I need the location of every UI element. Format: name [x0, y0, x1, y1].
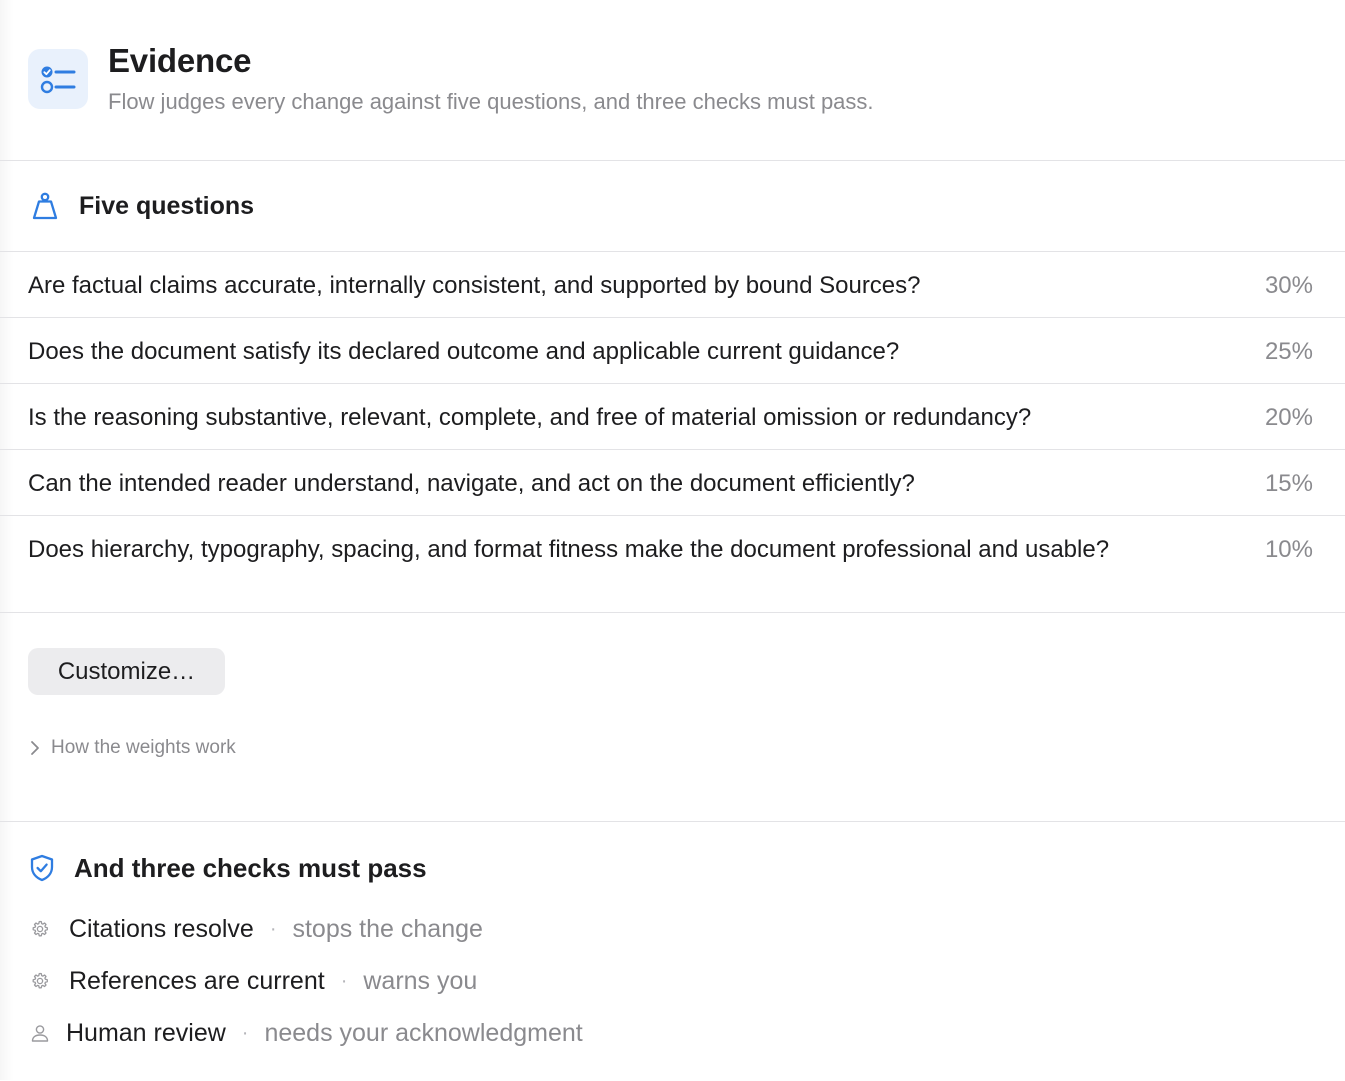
question-list: Are factual claims accurate, internally … — [0, 252, 1345, 613]
check-name: Human review — [66, 1018, 226, 1047]
check-item-references: References are current · warns you — [28, 965, 477, 997]
gear-icon — [32, 972, 48, 989]
check-item-human-review: Human review · needs your acknowledgment — [28, 1017, 583, 1049]
question-text: Can the intended reader understand, navi… — [28, 470, 915, 497]
page-header: Evidence Flow judges every change agains… — [0, 0, 1345, 161]
question-weight: 25% — [1264, 338, 1313, 365]
question-weight: 20% — [1264, 404, 1313, 431]
five-questions-header: Five questions — [0, 161, 1345, 252]
question-text: Is the reasoning substantive, relevant, … — [28, 404, 1032, 431]
checklist-icon — [28, 49, 88, 109]
question-weight: 10% — [1264, 536, 1313, 563]
gear-icon — [32, 920, 48, 937]
section-title: Five questions — [79, 192, 255, 220]
separator-dot: · — [340, 969, 348, 992]
check-effect: needs your acknowledgment — [264, 1018, 583, 1047]
page-title: Evidence — [108, 42, 252, 79]
checks-section: And three checks must pass Citations res… — [0, 821, 1345, 1081]
separator-dot: · — [269, 917, 277, 940]
question-weight: 15% — [1264, 470, 1313, 497]
question-row: Does hierarchy, typography, spacing, and… — [0, 516, 1345, 613]
separator-dot: · — [241, 1021, 249, 1044]
how-weights-work-disclosure[interactable]: How the weights work — [28, 736, 236, 760]
section-title: And three checks must pass — [74, 853, 427, 883]
page-subtitle: Flow judges every change against five qu… — [108, 89, 874, 114]
disclosure-label: How the weights work — [51, 737, 236, 758]
check-effect: warns you — [363, 966, 478, 995]
check-effect: stops the change — [292, 914, 483, 943]
customize-button[interactable]: Customize… — [28, 648, 225, 695]
check-name: References are current — [69, 966, 325, 995]
question-text: Are factual claims accurate, internally … — [28, 272, 921, 299]
question-row: Does the document satisfy its declared o… — [0, 318, 1345, 384]
question-row: Can the intended reader understand, navi… — [0, 450, 1345, 516]
question-weight: 30% — [1264, 272, 1313, 299]
question-row: Are factual claims accurate, internally … — [0, 252, 1345, 318]
chevron-right-icon — [31, 741, 39, 755]
check-item-citations: Citations resolve · stops the change — [28, 913, 483, 945]
question-row: Is the reasoning substantive, relevant, … — [0, 384, 1345, 450]
check-name: Citations resolve — [69, 914, 254, 943]
person-icon — [31, 1025, 49, 1042]
scale-weight-icon — [30, 191, 60, 226]
question-text: Does hierarchy, typography, spacing, and… — [28, 536, 1110, 563]
shield-check-icon — [29, 854, 55, 887]
question-text: Does the document satisfy its declared o… — [28, 338, 900, 365]
